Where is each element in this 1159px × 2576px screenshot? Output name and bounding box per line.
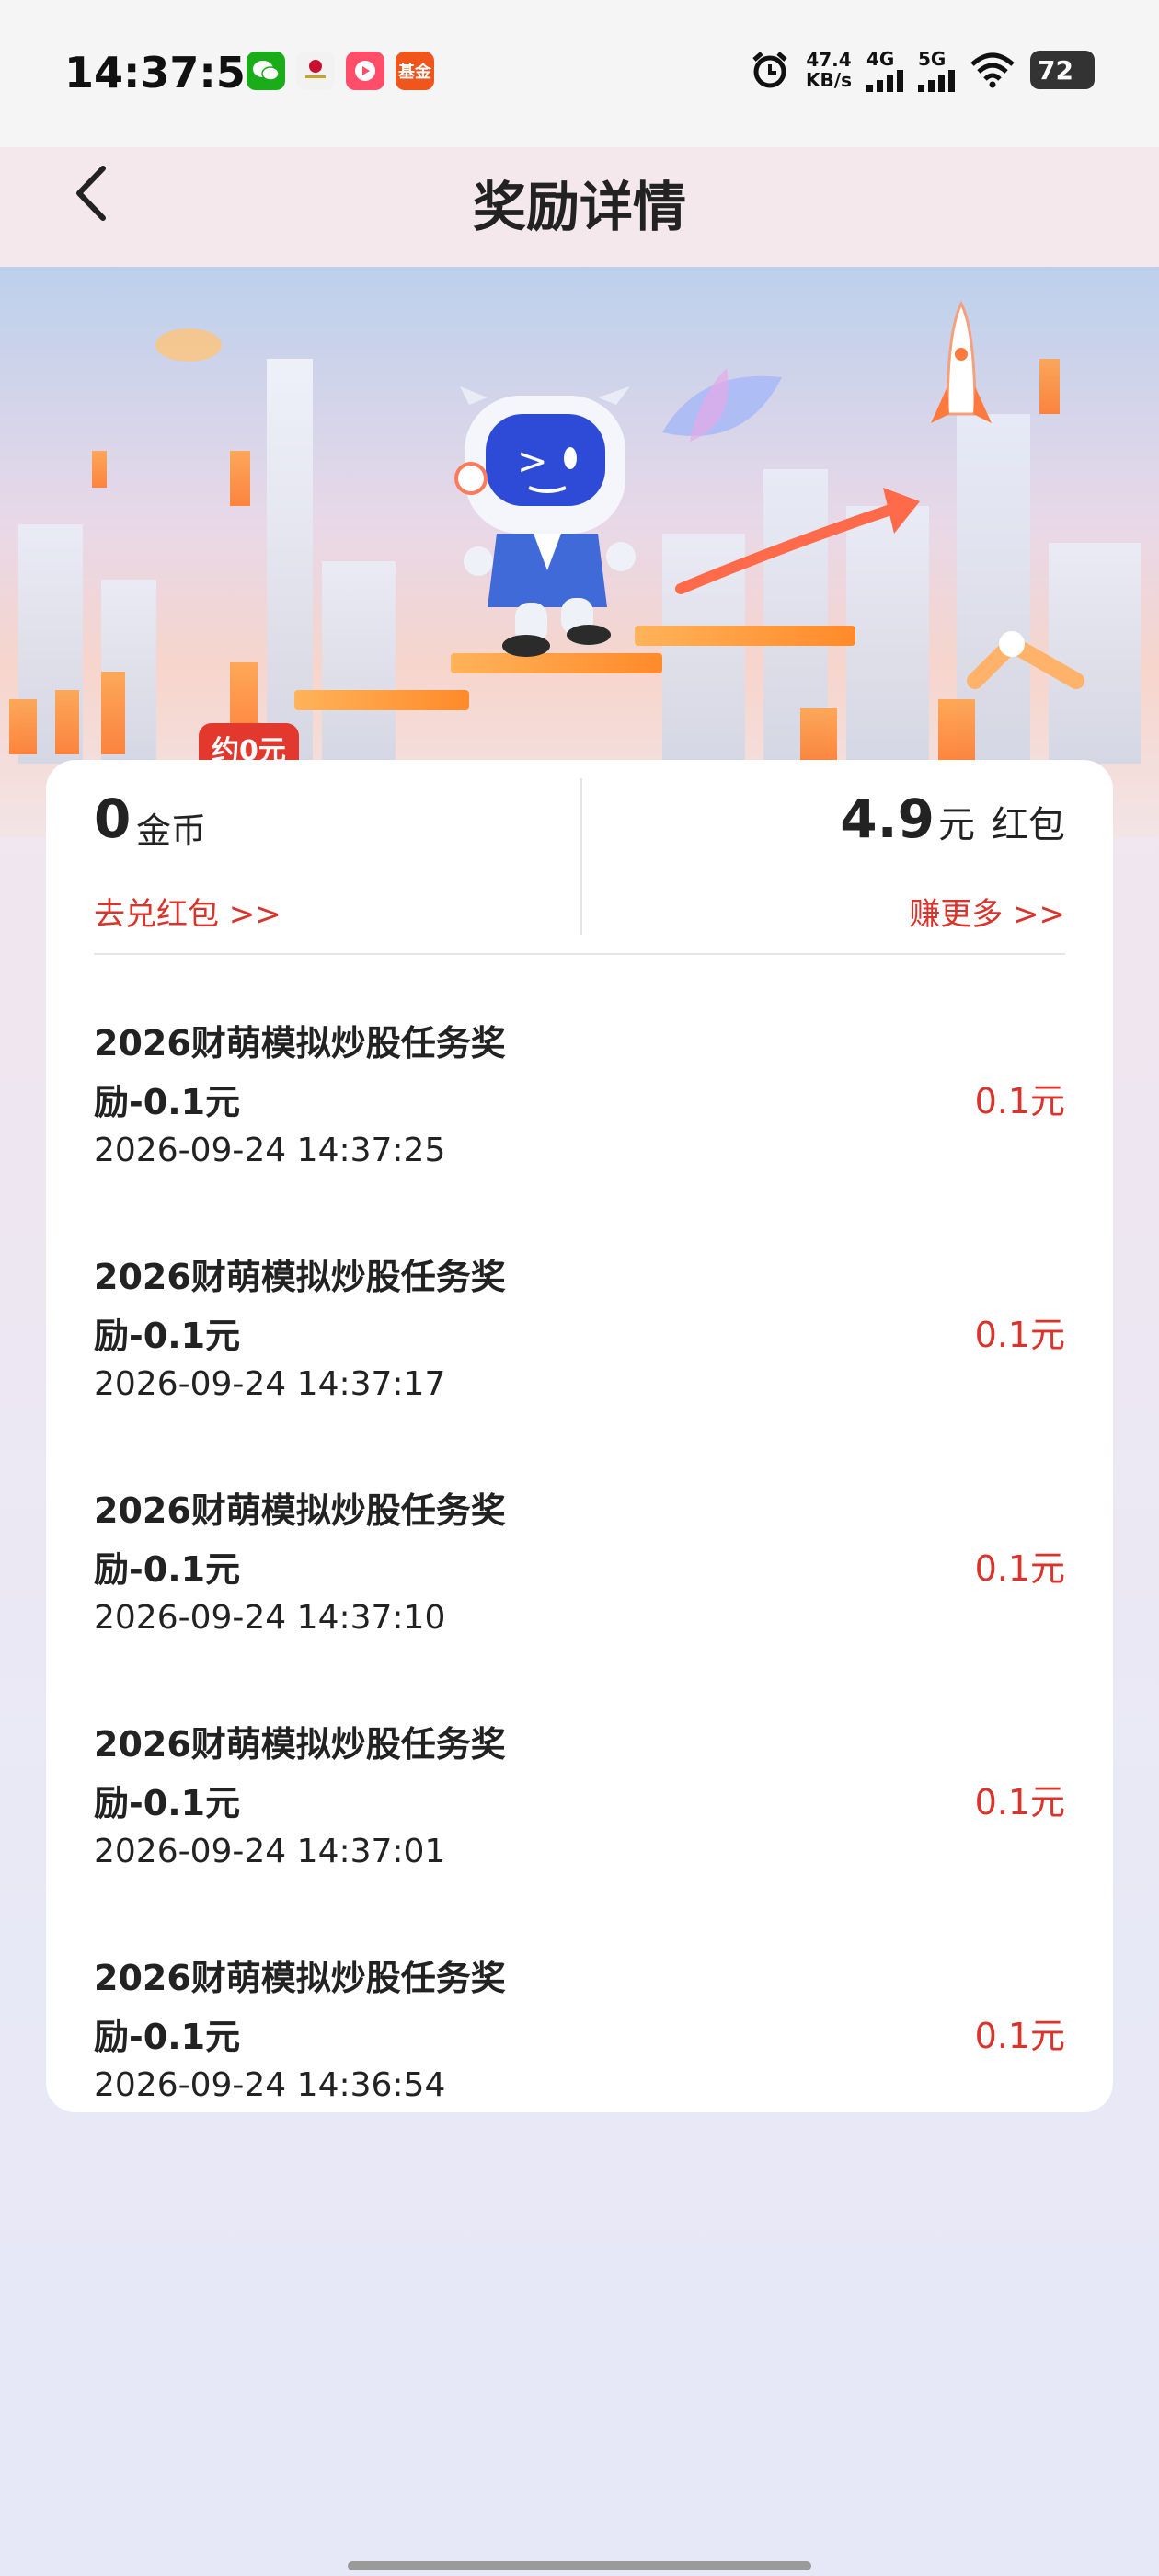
reward-card: 0 金币 去兑红包 >> 4.9 元 红包 赚更多 >> 2026财萌模拟炒股任… (46, 760, 1113, 2112)
list-item: 2026财萌模拟炒股任务奖励-0.1元 2026-09-24 14:36:54 … (46, 1949, 1113, 2112)
banner-illustration: > (0, 267, 1159, 837)
home-indicator[interactable] (348, 2561, 811, 2570)
coin-value: 0 (94, 788, 132, 850)
list-item: 2026财萌模拟炒股任务奖励-0.1元 2026-09-24 14:37:25 … (46, 1014, 1113, 1248)
news-app-icon (296, 52, 335, 90)
exchange-red-packet-link[interactable]: 去兑红包 >> (94, 889, 281, 934)
notification-icons: 基金 (247, 52, 434, 90)
network-speed-unit: KB/s (806, 69, 852, 91)
record-amount: 0.1元 (974, 1548, 1065, 1589)
red-packet-value: 4.9 (840, 788, 935, 850)
record-time: 2026-09-24 14:37:01 (94, 1833, 446, 1870)
signal-5g-bars-icon (918, 70, 955, 92)
red-packet-unit: 元 (938, 804, 975, 846)
status-indicators: 47.4 KB/s 4G 5G 72 (749, 48, 1095, 92)
record-title: 2026财萌模拟炒股任务奖励-0.1元 (94, 1958, 506, 2057)
page-title: 奖励详情 (472, 176, 686, 238)
signal-4g-label: 4G (866, 48, 895, 70)
earn-more-link[interactable]: 赚更多 >> (909, 889, 1065, 934)
list-item: 2026财萌模拟炒股任务奖励-0.1元 2026-09-24 14:37:01 … (46, 1715, 1113, 1949)
status-bar: 14:37:51 基金 47.4 KB/s 4G 5G 72 (0, 0, 1159, 147)
wifi-icon (970, 52, 1015, 88)
record-title: 2026财萌模拟炒股任务奖励-0.1元 (94, 1724, 506, 1823)
record-time: 2026-09-24 14:37:17 (94, 1365, 446, 1403)
record-amount: 0.1元 (974, 1315, 1065, 1355)
network-speed: 47.4 KB/s (806, 50, 852, 90)
card-divider (94, 953, 1065, 955)
record-amount: 0.1元 (974, 2016, 1065, 2056)
signal-4g-bars-icon (866, 70, 903, 92)
banner-art: > (155, 300, 1084, 689)
svg-text:>: > (517, 441, 548, 483)
record-title: 2026财萌模拟炒股任务奖励-0.1元 (94, 1023, 506, 1122)
network-speed-value: 47.4 (806, 49, 852, 71)
list-item: 2026财萌模拟炒股任务奖励-0.1元 2026-09-24 14:37:10 … (46, 1481, 1113, 1715)
record-time: 2026-09-24 14:37:25 (94, 1132, 446, 1169)
signal-5g-label: 5G (918, 48, 947, 70)
red-packet-summary: 4.9 元 红包 (840, 788, 1065, 850)
record-amount: 0.1元 (974, 1782, 1065, 1823)
video-app-icon (346, 52, 384, 90)
record-time: 2026-09-24 14:37:10 (94, 1599, 446, 1637)
record-title: 2026财萌模拟炒股任务奖励-0.1元 (94, 1257, 506, 1356)
fund-app-icon: 基金 (396, 52, 434, 90)
coin-unit: 金币 (136, 811, 207, 851)
record-amount: 0.1元 (974, 1081, 1065, 1121)
red-packet-label: 红包 (992, 804, 1065, 846)
summary-divider (580, 778, 582, 935)
record-title: 2026财萌模拟炒股任务奖励-0.1元 (94, 1490, 506, 1590)
record-time: 2026-09-24 14:36:54 (94, 2066, 446, 2104)
status-time: 14:37:51 (64, 48, 275, 98)
signal-4g: 4G (866, 48, 903, 92)
signal-5g: 5G (918, 48, 955, 92)
wechat-icon (247, 52, 285, 90)
reward-record-list: 2026财萌模拟炒股任务奖励-0.1元 2026-09-24 14:37:25 … (46, 1014, 1113, 2112)
battery-icon: 72 (1030, 51, 1095, 89)
list-item: 2026财萌模拟炒股任务奖励-0.1元 2026-09-24 14:37:17 … (46, 1248, 1113, 1481)
alarm-icon (752, 52, 787, 88)
